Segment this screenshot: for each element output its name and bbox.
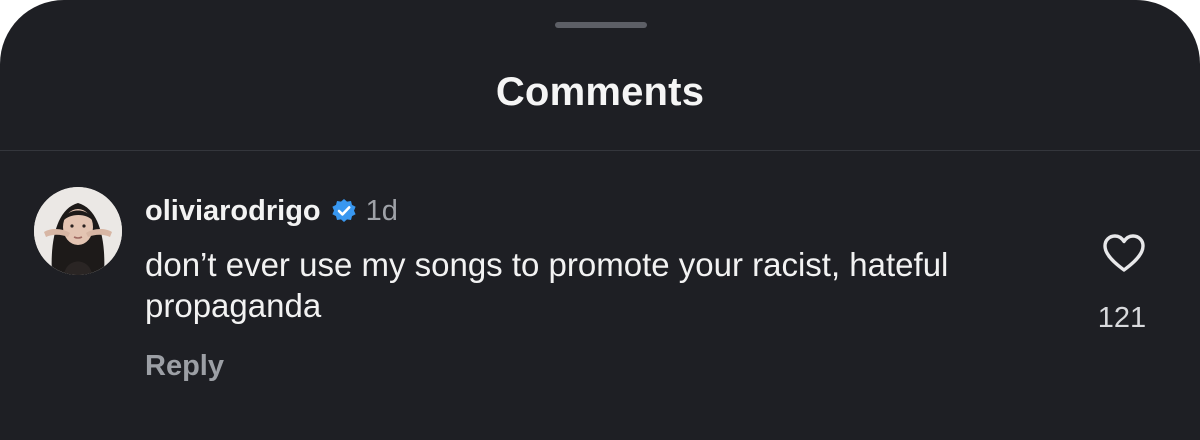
comment-header: oliviarodrigo 1d [145,191,398,231]
comment-timestamp: 1d [365,194,398,227]
verified-badge-icon [331,198,357,224]
comments-sheet: Comments oliviarodrigo 1d don’t ever use… [0,0,1200,440]
comment-text: don’t ever use my songs to promote your … [145,246,949,324]
reply-button[interactable]: Reply [145,350,224,383]
sheet-title: Comments [495,70,705,114]
drag-handle[interactable] [555,22,647,28]
like-count: 121 [1097,302,1147,334]
heart-outline-icon[interactable] [1101,232,1147,274]
avatar-photo [34,187,122,275]
comment-username[interactable]: oliviarodrigo [145,195,321,228]
header-divider [0,150,1200,151]
avatar[interactable] [34,187,122,275]
